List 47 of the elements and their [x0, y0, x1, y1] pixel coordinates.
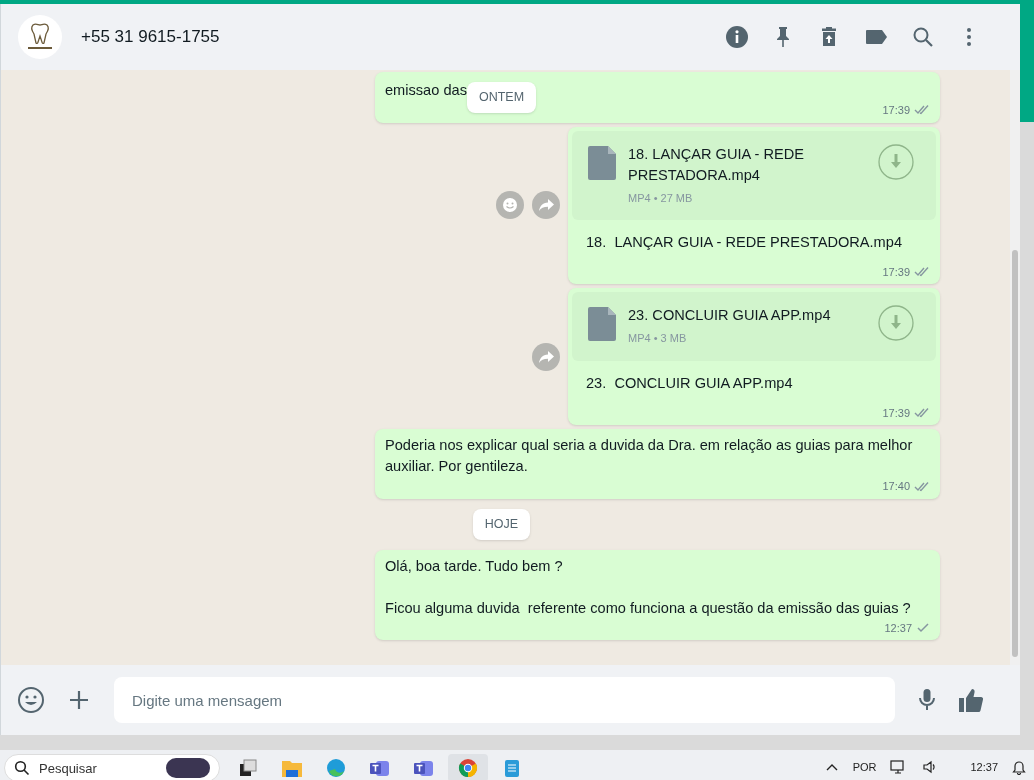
notepad-icon	[503, 758, 521, 778]
double-check-icon	[914, 481, 930, 492]
teams-icon	[413, 758, 435, 778]
message-text: Poderia nos explicar qual seria a duvida da Dra. em relação as guias para melhor auxiliar. Por gentileza.	[385, 436, 914, 477]
message-time: 12:37	[884, 620, 912, 636]
scrollbar[interactable]	[1010, 70, 1020, 665]
task-view-icon	[238, 758, 258, 778]
search-highlight-picture	[166, 758, 210, 778]
info-icon[interactable]	[725, 25, 749, 49]
file-name: 18. LANÇAR GUIA - REDE PRESTADORA.mp4	[628, 144, 805, 185]
message-text: emissao das	[385, 81, 467, 100]
date-pill: ONTEM	[466, 82, 537, 113]
message-time: 17:40	[882, 479, 910, 495]
file-meta: MP4 • 27 MB	[628, 190, 694, 206]
contact-name: +55 31 9615-1755	[81, 26, 220, 49]
chrome-icon	[458, 758, 478, 778]
message-text: 23. CONCLUIR GUIA APP.mp4	[586, 373, 794, 393]
message-input[interactable]: Digite uma mensagem	[114, 677, 895, 723]
date-pill: HOJE	[472, 508, 531, 540]
message-time: 17:39	[882, 405, 910, 421]
clock-time[interactable]: 12:37	[970, 758, 998, 776]
chevron-up-icon[interactable]	[824, 762, 839, 772]
plus-icon[interactable]	[67, 688, 91, 712]
input-language[interactable]: POR	[852, 758, 877, 776]
search-icon[interactable]	[911, 25, 935, 49]
search-icon	[14, 760, 30, 776]
file-icon	[588, 307, 616, 342]
message-text: Olá, boa tarde. Tudo bem ? Ficou alguma duvida referente como funciona a questão da emissão das guias ?	[385, 556, 911, 618]
browser-icon	[326, 758, 346, 778]
teams-icon	[369, 758, 391, 778]
check-icon	[916, 622, 930, 633]
message-time: 17:39	[882, 264, 910, 280]
document-card[interactable]: 18. LANÇAR GUIA - REDE PRESTADORA.mp4 MP4 • 27 MB	[572, 130, 936, 220]
notification-bell-icon[interactable]	[1012, 759, 1026, 775]
message-text: 18. LANÇAR GUIA - REDE PRESTADORA.mp4	[586, 233, 903, 252]
double-check-icon	[914, 267, 930, 278]
message-time: 17:39	[882, 103, 910, 118]
emoji-icon[interactable]	[17, 686, 45, 714]
file-meta: MP4 • 3 MB	[628, 331, 688, 347]
double-check-icon	[914, 105, 930, 116]
file-name: 23. CONCLUIR GUIA APP.mp4	[628, 306, 832, 326]
document-card[interactable]: 23. CONCLUIR GUIA APP.mp4 MP4 • 3 MB	[572, 292, 936, 361]
contact-avatar[interactable]	[18, 15, 62, 59]
thumbs-up-icon[interactable]	[957, 686, 985, 714]
file-icon	[588, 145, 616, 180]
folder-icon	[281, 758, 303, 778]
double-check-icon	[914, 408, 930, 419]
